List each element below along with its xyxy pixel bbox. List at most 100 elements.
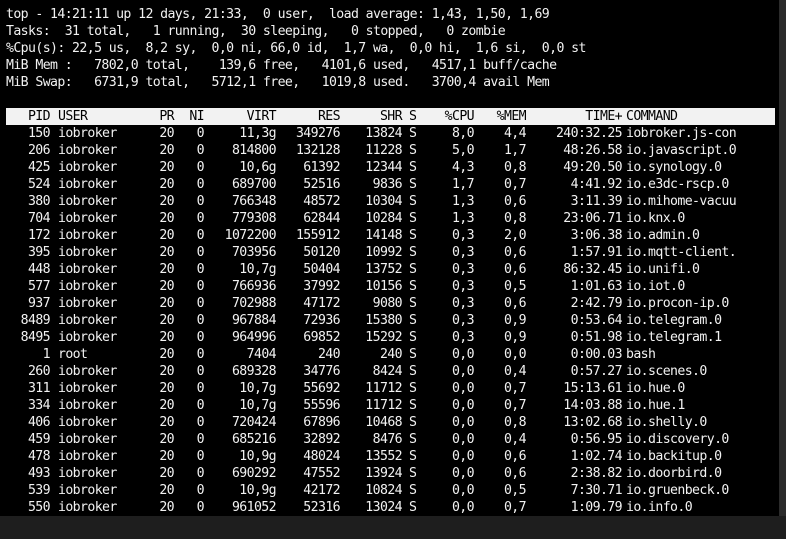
cell-state: S bbox=[409, 279, 417, 294]
cell-user: iobroker bbox=[58, 177, 117, 192]
table-row: 577 iobroker 20 0 766936 37992 10156 S 0,3 0,5 1:0… bbox=[6, 278, 775, 295]
cell-pid: 493 bbox=[27, 466, 51, 481]
cell-res: 69852 bbox=[303, 330, 340, 345]
cell-state: S bbox=[409, 364, 417, 379]
cell-time: 2:42.79 bbox=[570, 296, 623, 311]
cell-time: 23:06.71 bbox=[563, 211, 622, 226]
table-row: 539 iobroker 20 0 10,9g 42172 10824 S 0,0 0,5 7:30… bbox=[6, 482, 775, 499]
cell-pid: 448 bbox=[27, 262, 51, 277]
cell-time: 0:56.95 bbox=[570, 432, 623, 447]
cell-pr: 20 bbox=[159, 262, 174, 277]
cell-time: 86:32.45 bbox=[563, 262, 622, 277]
cell-ni: 0 bbox=[196, 415, 205, 430]
cell-pr: 20 bbox=[159, 245, 174, 260]
cell-time: 3:11.39 bbox=[570, 194, 623, 209]
cell-mem: 4,4 bbox=[503, 126, 527, 141]
cell-time: 2:38.82 bbox=[570, 466, 623, 481]
cell-pid: 8489 bbox=[20, 313, 51, 328]
cell-command: io.info.0 bbox=[626, 500, 693, 515]
cell-virt: 685216 bbox=[231, 432, 277, 447]
cell-ni: 0 bbox=[196, 228, 205, 243]
cell-pid: 150 bbox=[27, 126, 51, 141]
cell-virt: 961052 bbox=[231, 500, 277, 515]
cell-cpu: 0,3 bbox=[451, 313, 475, 328]
cell-command: io.mihome-vacuu bbox=[626, 194, 737, 209]
cell-cpu: 0,0 bbox=[451, 381, 475, 396]
cell-res: 62844 bbox=[303, 211, 340, 226]
header-state: S bbox=[409, 109, 417, 124]
cell-state: S bbox=[409, 194, 417, 209]
header-cpu: %CPU bbox=[444, 109, 475, 124]
cell-pr: 20 bbox=[159, 228, 174, 243]
cell-mem: 0,5 bbox=[503, 483, 527, 498]
cell-cpu: 0,3 bbox=[451, 296, 475, 311]
cell-cpu: 0,3 bbox=[451, 228, 475, 243]
cell-mem: 0,6 bbox=[503, 466, 527, 481]
cell-cpu: 0,0 bbox=[451, 398, 475, 413]
terminal-window[interactable]: top - 14:21:11 up 12 days, 21:33, 0 user… bbox=[0, 0, 779, 516]
cell-time: 1:01.63 bbox=[570, 279, 623, 294]
cell-cpu: 0,0 bbox=[451, 449, 475, 464]
process-table-header: PID USER PR NI VIRT RES SHR S %CPU %MEM … bbox=[6, 108, 775, 125]
cell-res: 67896 bbox=[303, 415, 340, 430]
cell-res: 132128 bbox=[295, 143, 341, 158]
table-row: 493 iobroker 20 0 690292 47552 13924 S 0,0 0,6 2:3… bbox=[6, 465, 775, 482]
header-res: RES bbox=[317, 109, 341, 124]
cell-mem: 0,4 bbox=[503, 432, 527, 447]
cell-shr: 10468 bbox=[365, 415, 402, 430]
cell-mem: 0,6 bbox=[503, 245, 527, 260]
cell-virt: 689328 bbox=[231, 364, 277, 379]
cell-res: 37992 bbox=[303, 279, 340, 294]
cell-mem: 0,9 bbox=[503, 330, 527, 345]
cell-shr: 240 bbox=[379, 347, 403, 362]
cell-pid: 406 bbox=[27, 415, 51, 430]
cell-shr: 11712 bbox=[365, 398, 402, 413]
cell-pr: 20 bbox=[159, 126, 174, 141]
cell-pid: 937 bbox=[27, 296, 51, 311]
cell-pid: 704 bbox=[27, 211, 51, 226]
table-row: 260 iobroker 20 0 689328 34776 8424 S 0,0 0,4 0:57… bbox=[6, 363, 775, 380]
cell-cpu: 1,3 bbox=[451, 194, 475, 209]
cell-pr: 20 bbox=[159, 296, 174, 311]
cell-state: S bbox=[409, 296, 417, 311]
table-row: 406 iobroker 20 0 720424 67896 10468 S 0,0 0,8 13:… bbox=[6, 414, 775, 431]
cell-command: io.procon-ip.0 bbox=[626, 296, 729, 311]
cell-time: 49:20.50 bbox=[563, 160, 622, 175]
cell-pid: 539 bbox=[27, 483, 51, 498]
cell-shr: 15292 bbox=[365, 330, 402, 345]
cell-command: io.mqtt-client. bbox=[626, 245, 737, 260]
cell-pid: 311 bbox=[27, 381, 51, 396]
cell-pr: 20 bbox=[159, 279, 174, 294]
cell-mem: 0,7 bbox=[503, 398, 527, 413]
table-row: 8495 iobroker 20 0 964996 69852 15292 S 0,3 0,9 0:… bbox=[6, 329, 775, 346]
cell-ni: 0 bbox=[196, 381, 205, 396]
cell-shr: 9080 bbox=[372, 296, 403, 311]
cell-res: 34776 bbox=[303, 364, 340, 379]
cell-command: io.iot.0 bbox=[626, 279, 685, 294]
cell-virt: 10,7g bbox=[239, 398, 276, 413]
cell-cpu: 0,3 bbox=[451, 245, 475, 260]
cell-virt: 720424 bbox=[231, 415, 277, 430]
cell-user: iobroker bbox=[58, 313, 117, 328]
table-row: 937 iobroker 20 0 702988 47172 9080 S 0,3 0,6 2:42… bbox=[6, 295, 775, 312]
cell-time: 13:02.68 bbox=[563, 415, 622, 430]
header-pid: PID bbox=[27, 109, 51, 124]
cell-pr: 20 bbox=[159, 500, 174, 515]
cell-ni: 0 bbox=[196, 160, 205, 175]
cell-pid: 8495 bbox=[20, 330, 51, 345]
cell-res: 55596 bbox=[303, 398, 340, 413]
tasks-summary-line: Tasks: 31 total, 1 running, 30 sleeping,… bbox=[6, 24, 506, 39]
cell-state: S bbox=[409, 313, 417, 328]
cell-time: 1:57.91 bbox=[570, 245, 623, 260]
cell-command: io.backitup.0 bbox=[626, 449, 722, 464]
cell-command: io.gruenbeck.0 bbox=[626, 483, 729, 498]
mem-summary-line: MiB Mem : 7802,0 total, 139,6 free, 4101… bbox=[6, 58, 557, 73]
cell-pid: 206 bbox=[27, 143, 51, 158]
cell-ni: 0 bbox=[196, 449, 205, 464]
cell-res: 52316 bbox=[303, 500, 340, 515]
cell-res: 61392 bbox=[303, 160, 340, 175]
cell-mem: 2,0 bbox=[503, 228, 527, 243]
cell-command: io.knx.0 bbox=[626, 211, 685, 226]
cell-user: iobroker bbox=[58, 296, 117, 311]
uptime-load-line: top - 14:21:11 up 12 days, 21:33, 0 user… bbox=[6, 7, 550, 22]
